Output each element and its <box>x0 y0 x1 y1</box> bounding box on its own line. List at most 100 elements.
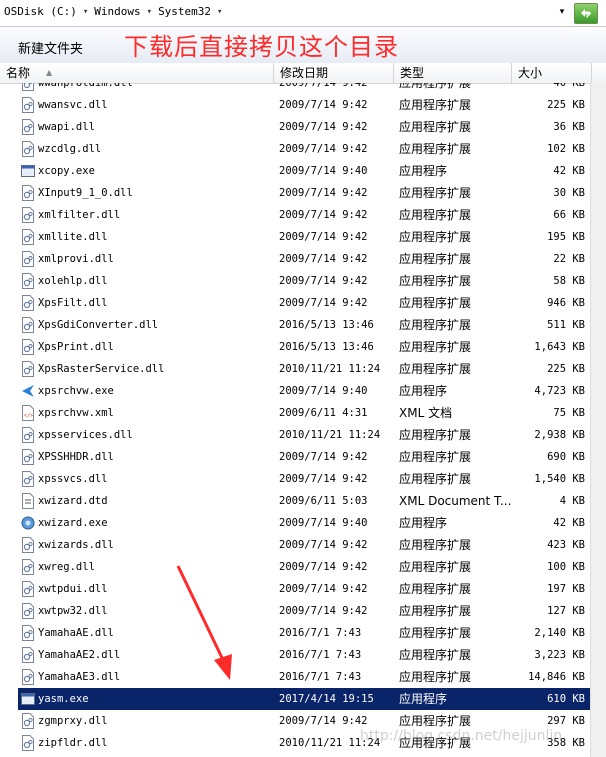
chevron-down-icon[interactable]: ▾ <box>83 7 88 17</box>
file-row[interactable]: wwapi.dll 2009/7/14 9:42 应用程序扩展 36 KB <box>18 116 590 138</box>
file-date: 2016/7/1 7:43 <box>279 649 362 661</box>
file-date: 2016/7/1 7:43 <box>279 627 362 639</box>
dll-icon <box>21 559 35 575</box>
file-row[interactable]: xmllite.dll 2009/7/14 9:42 应用程序扩展 195 KB <box>18 226 590 248</box>
breadcrumb-item-system32[interactable]: System32 <box>158 5 211 18</box>
dll-icon <box>21 449 35 465</box>
file-row[interactable]: xpssvcs.dll 2009/7/14 9:42 应用程序扩展 1,540 KB <box>18 468 590 490</box>
file-date: 2009/7/14 9:42 <box>279 83 368 89</box>
column-type[interactable]: 类型 <box>394 63 512 83</box>
file-type: 应用程序 <box>399 692 448 706</box>
file-row[interactable]: wwanprotdim.dll 2009/7/14 9:42 应用程序扩展 40 KB <box>18 83 590 94</box>
file-name: xwtpw32.dll <box>38 605 108 617</box>
dll-icon <box>21 735 35 751</box>
column-date[interactable]: 修改日期 <box>274 63 394 83</box>
file-size: 30 KB <box>553 187 585 199</box>
file-row[interactable]: xwizards.dll 2009/7/14 9:42 应用程序扩展 423 KB <box>18 534 590 556</box>
file-name: wwanprotdim.dll <box>38 83 133 89</box>
file-row[interactable]: YamahaAE3.dll 2016/7/1 7:43 应用程序扩展 14,846 K… <box>18 666 590 688</box>
breadcrumb-item-windows[interactable]: Windows <box>94 5 140 18</box>
chevron-down-icon[interactable]: ▾ <box>147 7 152 17</box>
file-date: 2009/7/14 9:40 <box>279 385 368 397</box>
file-row[interactable]: </> xpsrchvw.xml 2009/6/11 4:31 XML 文档 75 KB <box>18 402 590 424</box>
file-row[interactable]: xpsservices.dll 2010/11/21 11:24 应用程序扩展 2,9… <box>18 424 590 446</box>
dll-icon <box>21 251 35 267</box>
dll-icon <box>21 471 35 487</box>
file-row[interactable]: XpsFilt.dll 2009/7/14 9:42 应用程序扩展 946 KB <box>18 292 590 314</box>
chevron-down-icon[interactable]: ▾ <box>217 7 222 17</box>
file-row[interactable]: xolehlp.dll 2009/7/14 9:42 应用程序扩展 58 KB <box>18 270 590 292</box>
file-size: 4,723 KB <box>534 385 585 397</box>
file-type: 应用程序扩展 <box>399 230 472 244</box>
file-type: 应用程序扩展 <box>399 120 472 134</box>
file-row[interactable]: xwizard.dtd 2009/6/11 5:03 XML Document T.… <box>18 490 590 512</box>
file-name: YamahaAE.dll <box>38 627 114 639</box>
file-name: xwreg.dll <box>38 561 95 573</box>
svg-text:</>: </> <box>24 413 33 419</box>
file-row[interactable]: YamahaAE2.dll 2016/7/1 7:43 应用程序扩展 3,223 KB <box>18 644 590 666</box>
breadcrumb-item-drive[interactable]: OSDisk (C:) <box>4 5 77 18</box>
file-size: 2,140 KB <box>534 627 585 639</box>
file-size: 4 KB <box>559 495 585 507</box>
file-type: 应用程序扩展 <box>399 582 472 596</box>
file-row[interactable]: XpsRasterService.dll 2010/11/21 11:24 应用程序… <box>18 358 590 380</box>
column-name[interactable]: 名称 ▲ <box>0 63 274 83</box>
file-type: 应用程序 <box>399 516 448 530</box>
file-type: 应用程序扩展 <box>399 428 472 442</box>
toolbar: 新建文件夹 下载后直接拷贝这个目录 <box>0 27 606 64</box>
column-size[interactable]: 大小 <box>512 63 592 83</box>
file-row[interactable]: xmlfilter.dll 2009/7/14 9:42 应用程序扩展 66 KB <box>18 204 590 226</box>
new-folder-button[interactable]: 新建文件夹 <box>10 36 91 59</box>
file-size: 75 KB <box>553 407 585 419</box>
file-size: 690 KB <box>547 451 585 463</box>
file-row[interactable]: wwansvc.dll 2009/7/14 9:42 应用程序扩展 225 KB <box>18 94 590 116</box>
file-row[interactable]: xwreg.dll 2009/7/14 9:42 应用程序扩展 100 KB <box>18 556 590 578</box>
file-type: 应用程序扩展 <box>399 186 472 200</box>
file-date: 2009/7/14 9:42 <box>279 187 368 199</box>
file-date: 2010/11/21 11:24 <box>279 363 381 375</box>
file-row[interactable]: xwtpw32.dll 2009/7/14 9:42 应用程序扩展 127 KB <box>18 600 590 622</box>
file-name: xolehlp.dll <box>38 275 108 287</box>
refresh-button[interactable] <box>574 3 598 24</box>
file-size: 100 KB <box>547 561 585 573</box>
file-row[interactable]: xwizard.exe 2009/7/14 9:40 应用程序 42 KB <box>18 512 590 534</box>
file-date: 2009/7/14 9:42 <box>279 583 368 595</box>
dll-icon <box>21 713 35 729</box>
refresh-icon <box>581 9 592 19</box>
dll-icon <box>21 603 35 619</box>
file-row[interactable]: xwtpdui.dll 2009/7/14 9:42 应用程序扩展 197 KB <box>18 578 590 600</box>
file-type: 应用程序扩展 <box>399 560 472 574</box>
file-size: 197 KB <box>547 583 585 595</box>
file-name: XpsFilt.dll <box>38 297 108 309</box>
dll-icon <box>21 427 35 443</box>
file-date: 2009/7/14 9:42 <box>279 473 368 485</box>
address-bar[interactable]: OSDisk (C:) ▾ Windows ▾ System32 ▾ ▾ <box>0 0 606 27</box>
dll-icon <box>21 339 35 355</box>
file-type: 应用程序 <box>399 164 448 178</box>
file-size: 42 KB <box>553 165 585 177</box>
address-dropdown-icon[interactable]: ▾ <box>555 4 569 20</box>
file-date: 2016/7/1 7:43 <box>279 671 362 683</box>
file-row[interactable]: xpsrchvw.exe 2009/7/14 9:40 应用程序 4,723 KB <box>18 380 590 402</box>
file-name: yasm.exe <box>38 693 89 705</box>
file-name: zipfldr.dll <box>38 737 108 749</box>
file-row[interactable]: yasm.exe 2017/4/14 19:15 应用程序 610 KB <box>18 688 590 710</box>
file-row[interactable]: XpsPrint.dll 2016/5/13 13:46 应用程序扩展 1,643 K… <box>18 336 590 358</box>
file-row[interactable]: wzcdlg.dll 2009/7/14 9:42 应用程序扩展 102 KB <box>18 138 590 160</box>
file-row[interactable]: XPSSHHDR.dll 2009/7/14 9:42 应用程序扩展 690 KB <box>18 446 590 468</box>
file-size: 946 KB <box>547 297 585 309</box>
file-date: 2009/7/14 9:42 <box>279 561 368 573</box>
file-date: 2009/7/14 9:42 <box>279 99 368 111</box>
vertical-scrollbar[interactable] <box>590 83 606 757</box>
file-row[interactable]: YamahaAE.dll 2016/7/1 7:43 应用程序扩展 2,140 KB <box>18 622 590 644</box>
file-row[interactable]: xcopy.exe 2009/7/14 9:40 应用程序 42 KB <box>18 160 590 182</box>
file-size: 66 KB <box>553 209 585 221</box>
file-name: wzcdlg.dll <box>38 143 102 155</box>
file-name: xwizard.dtd <box>38 495 108 507</box>
file-name: xpsrchvw.xml <box>38 407 114 419</box>
file-row[interactable]: xmlprovi.dll 2009/7/14 9:42 应用程序扩展 22 KB <box>18 248 590 270</box>
file-type: 应用程序扩展 <box>399 670 472 684</box>
file-row[interactable]: XpsGdiConverter.dll 2016/5/13 13:46 应用程序扩展… <box>18 314 590 336</box>
file-type: 应用程序扩展 <box>399 604 472 618</box>
file-row[interactable]: XInput9_1_0.dll 2009/7/14 9:42 应用程序扩展 30 KB <box>18 182 590 204</box>
